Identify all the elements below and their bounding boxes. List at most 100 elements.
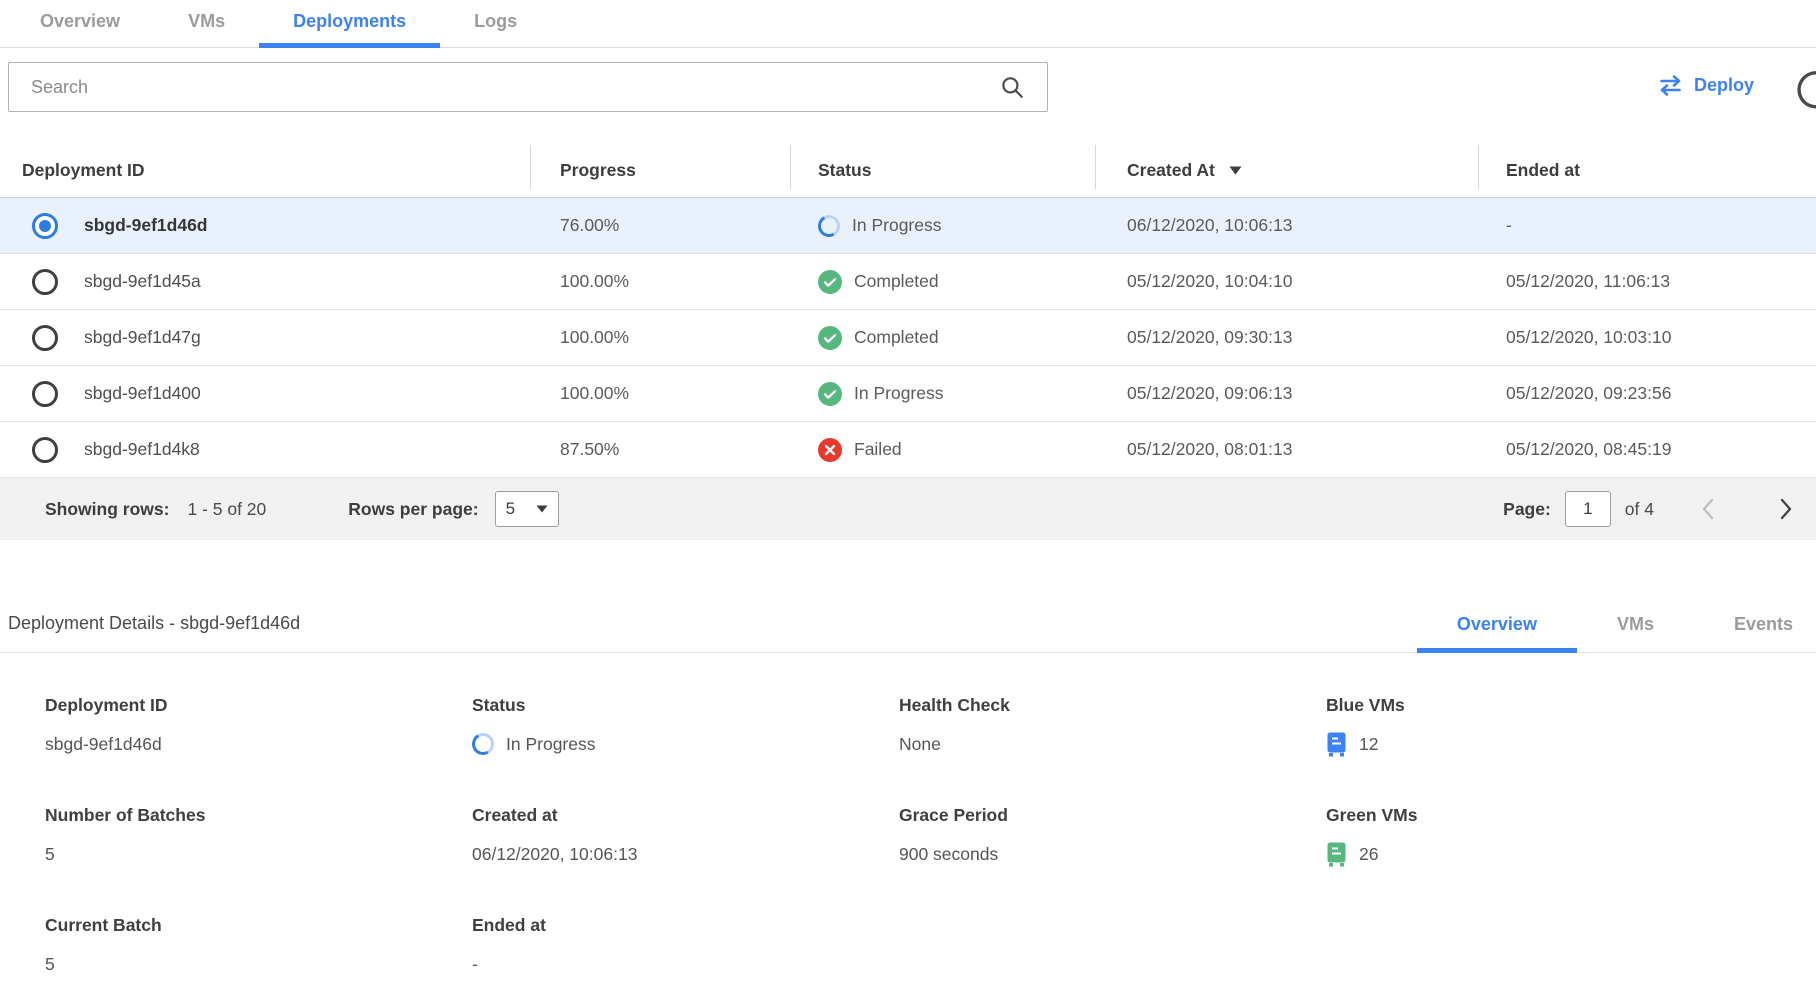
table-header: Deployment ID Progress Status Created At… bbox=[0, 126, 1816, 198]
details-grid: Deployment ID sbgd-9ef1d46d Status In Pr… bbox=[0, 695, 1816, 976]
field-value: 900 seconds bbox=[899, 842, 1326, 866]
table-body: sbgd-9ef1d46d 76.00% In Progress 06/12/2… bbox=[0, 198, 1816, 478]
pager: Page: of 4 bbox=[1503, 491, 1794, 527]
field-label: Blue VMs bbox=[1326, 695, 1753, 716]
status-text: Completed bbox=[854, 271, 939, 292]
tab-logs[interactable]: Logs bbox=[440, 0, 551, 48]
field-created-at: Created at 06/12/2020, 10:06:13 bbox=[472, 805, 899, 867]
column-header-ended-at[interactable]: Ended at bbox=[1478, 160, 1816, 197]
row-radio[interactable] bbox=[32, 213, 58, 239]
page-input[interactable] bbox=[1565, 491, 1611, 527]
progress-value: 76.00% bbox=[530, 215, 790, 236]
field-label: Ended at bbox=[472, 915, 899, 936]
ended-at-value: 05/12/2020, 11:06:13 bbox=[1478, 271, 1816, 292]
field-label: Current Batch bbox=[45, 915, 472, 936]
tab-vms[interactable]: VMs bbox=[154, 0, 259, 48]
tab-deployments-label: Deployments bbox=[293, 11, 406, 32]
primary-tabs: Overview VMs Deployments Logs bbox=[0, 0, 1816, 48]
tab-deployments[interactable]: Deployments bbox=[259, 0, 440, 48]
created-at-value: 05/12/2020, 09:30:13 bbox=[1095, 327, 1478, 348]
table-row[interactable]: sbgd-9ef1d46d 76.00% In Progress 06/12/2… bbox=[0, 198, 1816, 254]
field-value: 5 bbox=[45, 952, 472, 976]
column-label: Progress bbox=[560, 160, 636, 181]
showing-rows-label: Showing rows: bbox=[45, 499, 169, 520]
table-row[interactable]: sbgd-9ef1d400 100.00% In Progress 05/12/… bbox=[0, 366, 1816, 422]
ended-at-value: - bbox=[1478, 215, 1816, 236]
chevron-down-icon bbox=[536, 505, 548, 513]
table-row[interactable]: sbgd-9ef1d47g 100.00% Completed 05/12/20… bbox=[0, 310, 1816, 366]
field-health-check: Health Check None bbox=[899, 695, 1326, 757]
row-radio[interactable] bbox=[32, 437, 58, 463]
field-label: Deployment ID bbox=[45, 695, 472, 716]
details-tab-events[interactable]: Events bbox=[1694, 614, 1816, 653]
tab-overview-label: Overview bbox=[40, 11, 120, 32]
page-label: Page: bbox=[1503, 499, 1551, 520]
completed-check-icon bbox=[818, 270, 842, 294]
sort-desc-icon[interactable] bbox=[1229, 166, 1242, 175]
previous-page-button[interactable] bbox=[1700, 497, 1716, 521]
field-label: Number of Batches bbox=[45, 805, 472, 826]
details-tab-vms[interactable]: VMs bbox=[1577, 614, 1694, 653]
details-tab-label: VMs bbox=[1617, 614, 1654, 634]
in-progress-spinner-icon bbox=[470, 731, 497, 758]
field-label: Green VMs bbox=[1326, 805, 1753, 826]
toolbar: Deploy bbox=[0, 62, 1816, 126]
tab-vms-label: VMs bbox=[188, 11, 225, 32]
created-at-value: 05/12/2020, 08:01:13 bbox=[1095, 439, 1478, 460]
field-value: sbgd-9ef1d46d bbox=[45, 732, 472, 756]
search-icon[interactable] bbox=[999, 74, 1025, 100]
deployment-id: sbgd-9ef1d47g bbox=[84, 327, 201, 348]
rows-per-page-value: 5 bbox=[506, 499, 515, 519]
progress-value: 100.00% bbox=[530, 327, 790, 348]
deploy-button-label: Deploy bbox=[1694, 75, 1754, 96]
field-value: 26 bbox=[1359, 844, 1378, 865]
completed-check-icon bbox=[818, 382, 842, 406]
row-radio[interactable] bbox=[32, 381, 58, 407]
field-grace-period: Grace Period 900 seconds bbox=[899, 805, 1326, 867]
ended-at-value: 05/12/2020, 10:03:10 bbox=[1478, 327, 1816, 348]
field-current-batch: Current Batch 5 bbox=[45, 915, 472, 976]
swap-arrows-icon bbox=[1658, 75, 1683, 96]
progress-value: 100.00% bbox=[530, 383, 790, 404]
deployment-id: sbgd-9ef1d46d bbox=[84, 215, 208, 236]
column-header-progress[interactable]: Progress bbox=[530, 160, 790, 197]
next-page-button[interactable] bbox=[1778, 497, 1794, 521]
column-header-created-at[interactable]: Created At bbox=[1095, 160, 1478, 197]
server-icon-green bbox=[1326, 842, 1347, 867]
progress-value: 87.50% bbox=[530, 439, 790, 460]
created-at-value: 05/12/2020, 09:06:13 bbox=[1095, 383, 1478, 404]
row-radio[interactable] bbox=[32, 269, 58, 295]
column-header-status[interactable]: Status bbox=[790, 160, 1095, 197]
rows-per-page-select[interactable]: 5 bbox=[495, 491, 559, 527]
field-value: 12 bbox=[1359, 734, 1378, 755]
created-at-value: 05/12/2020, 10:04:10 bbox=[1095, 271, 1478, 292]
field-status: Status In Progress bbox=[472, 695, 899, 757]
rows-per-page-label: Rows per page: bbox=[348, 499, 478, 520]
search-box bbox=[8, 62, 1048, 112]
table-row[interactable]: sbgd-9ef1d45a 100.00% Completed 05/12/20… bbox=[0, 254, 1816, 310]
details-tabs: Overview VMs Events bbox=[1417, 614, 1816, 653]
field-label: Health Check bbox=[899, 695, 1326, 716]
column-header-deployment-id[interactable]: Deployment ID bbox=[0, 160, 530, 197]
field-blue-vms: Blue VMs 12 bbox=[1326, 695, 1753, 757]
field-value: - bbox=[472, 952, 899, 976]
page-total: of 4 bbox=[1625, 499, 1654, 520]
ended-at-value: 05/12/2020, 08:45:19 bbox=[1478, 439, 1816, 460]
deploy-button[interactable]: Deploy bbox=[1658, 75, 1754, 96]
tab-overview[interactable]: Overview bbox=[6, 0, 154, 48]
deployment-id: sbgd-9ef1d400 bbox=[84, 383, 201, 404]
row-radio[interactable] bbox=[32, 325, 58, 351]
details-header: Deployment Details - sbgd-9ef1d46d Overv… bbox=[0, 580, 1816, 653]
showing-rows-value: 1 - 5 of 20 bbox=[187, 499, 266, 520]
search-input[interactable] bbox=[9, 77, 999, 98]
status-text: In Progress bbox=[852, 215, 941, 236]
details-tab-overview[interactable]: Overview bbox=[1417, 614, 1577, 653]
refresh-icon[interactable] bbox=[1794, 66, 1816, 110]
status-text: Completed bbox=[854, 327, 939, 348]
field-value: In Progress bbox=[506, 734, 595, 755]
field-ended-at: Ended at - bbox=[472, 915, 899, 976]
field-deployment-id: Deployment ID sbgd-9ef1d46d bbox=[45, 695, 472, 757]
in-progress-spinner-icon bbox=[816, 212, 843, 239]
progress-value: 100.00% bbox=[530, 271, 790, 292]
table-row[interactable]: sbgd-9ef1d4k8 87.50% Failed 05/12/2020, … bbox=[0, 422, 1816, 478]
